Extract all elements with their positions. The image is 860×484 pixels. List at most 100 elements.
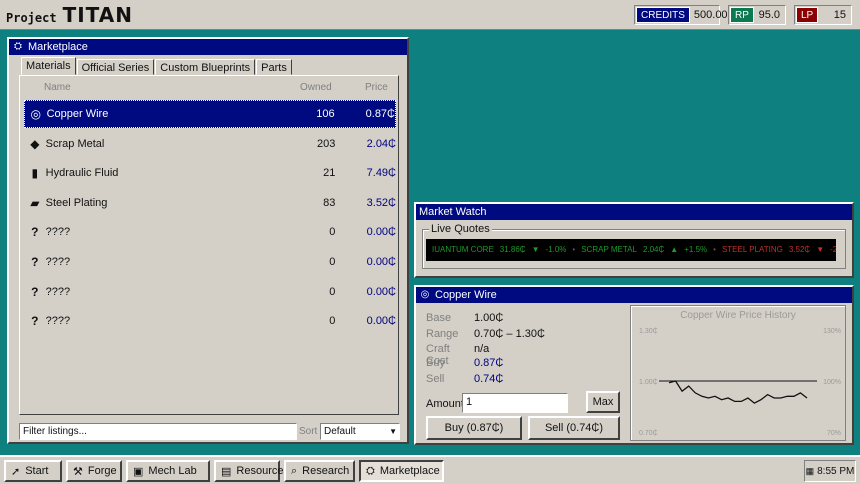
ticker-item: 3.52₵ <box>788 245 811 254</box>
ticker-item: ▼ <box>816 245 825 254</box>
column-owned: Owned <box>300 82 332 93</box>
list-item[interactable]: ????? 0 0.00₵ <box>24 278 396 306</box>
market-watch-title: Market Watch <box>419 206 487 218</box>
item-name: Scrap Metal <box>45 137 105 150</box>
list-item[interactable]: ????? 0 0.00₵ <box>24 248 396 276</box>
item-name: ???? <box>45 315 71 328</box>
ticker-item: 2.04₵ <box>642 245 665 254</box>
item-detail-title: Copper Wire <box>435 289 497 301</box>
item-owned: 0 <box>329 315 336 328</box>
item-detail-titlebar[interactable]: ◎ Copper Wire <box>416 287 852 303</box>
item-price: 2.04₵ <box>366 137 396 150</box>
sort-select[interactable]: Default ▼ <box>320 423 400 440</box>
app-prefix: Project <box>6 11 57 25</box>
item-name: Copper Wire <box>46 108 109 120</box>
ticker-item: ▼ <box>531 245 540 254</box>
taskbar-label: Marketplace <box>379 465 440 477</box>
marketplace-tabs: Materials Official Series Custom Bluepri… <box>21 57 293 75</box>
canister-icon: ▮ <box>31 166 39 181</box>
start-icon: ➚ <box>11 465 21 478</box>
ticker-item: IUANTUM CORE <box>432 245 494 254</box>
ticker-item: • <box>572 245 576 254</box>
app-brand: Project TITAN <box>6 3 133 27</box>
taskbar: ▦ 8:55 PM ➚ Start ⚒ Forge ▣ Mech Lab ▤ Resource… <box>0 455 860 484</box>
ticker-item: +1.5% <box>684 245 708 254</box>
buy-button[interactable]: Buy (0.87₵) <box>426 416 522 440</box>
taskbar-label: Research <box>302 465 350 477</box>
y-left-tick: 1.30₵ <box>639 327 658 335</box>
field-value: 1.00₵ <box>474 312 504 324</box>
item-name: ???? <box>45 285 71 298</box>
detail-field: Base 1.00₵ <box>426 312 503 324</box>
tab-parts[interactable]: Parts <box>256 59 292 75</box>
list-item[interactable]: ◆ Scrap Metal 203 2.04₵ <box>24 130 396 158</box>
sell-button[interactable]: Sell (0.74₵) <box>528 416 620 440</box>
sort-label: Sort <box>299 426 318 437</box>
y-left-tick: 0.70₵ <box>639 429 658 437</box>
chevron-down-icon: ▼ <box>389 427 397 436</box>
unknown-icon: ? <box>31 225 39 240</box>
field-key: Range <box>426 328 459 340</box>
item-owned: 21 <box>323 167 336 180</box>
coil-icon: ◎ <box>30 107 42 121</box>
taskbar-mech-lab-button[interactable]: ▣ Mech Lab <box>126 460 210 482</box>
list-item[interactable]: ▮ Hydraulic Fluid 21 7.49₵ <box>24 159 396 187</box>
credits-label: CREDITS <box>636 7 690 23</box>
market-watch-window: Market Watch Live Quotes IUANTUM CORE 31.… <box>414 202 854 278</box>
ticker-item: -1.0% <box>545 245 567 254</box>
field-value: 0.74₵ <box>474 373 504 385</box>
tab-official-series[interactable]: Official Series <box>76 59 155 75</box>
taskbar-label: Start <box>25 465 49 477</box>
mechlab-icon: ▣ <box>133 465 144 478</box>
item-price: 0.00₵ <box>366 226 396 239</box>
scrap-icon: ◆ <box>30 136 40 151</box>
amount-input[interactable]: 1 <box>462 393 568 413</box>
taskbar-research-button[interactable]: ⌕ Research <box>284 460 355 482</box>
rp-label: RP <box>730 7 754 23</box>
taskbar-start-button[interactable]: ➚ Start <box>4 460 62 482</box>
field-value: 0.87₵ <box>474 357 504 369</box>
item-owned: 0 <box>329 256 336 268</box>
taskbar-resources-button[interactable]: ▤ Resources <box>214 460 289 482</box>
ticker-item: SCRAP METAL <box>581 245 637 254</box>
list-item[interactable]: ????? 0 0.00₵ <box>24 218 396 246</box>
resources-icon: ▤ <box>221 465 232 478</box>
item-name: Hydraulic Fluid <box>45 167 119 180</box>
field-key: Base <box>426 312 452 324</box>
tab-custom-blueprints[interactable]: Custom Blueprints <box>155 59 256 75</box>
ticker-item: • <box>713 245 716 254</box>
item-price: 7.49₵ <box>366 167 396 180</box>
marketplace-icon: ⛭ <box>366 464 375 477</box>
filter-input[interactable]: Filter listings... <box>19 423 297 440</box>
taskbar-label: Mech Lab <box>148 465 197 477</box>
list-item[interactable]: ????? 0 0.00₵ <box>24 307 396 335</box>
list-item[interactable]: ▰ Steel Plating 83 3.52₵ <box>24 189 396 217</box>
price-history-chart: Copper Wire Price History 1.30₵ 1.00₵ 0.70₵… <box>630 305 846 441</box>
market-watch-titlebar[interactable]: Market Watch <box>416 204 852 220</box>
list-item[interactable]: ◎ Copper Wire 106 0.87₵ <box>24 100 396 128</box>
marketplace-titlebar[interactable]: ⛭ Marketplace <box>9 39 407 55</box>
tab-materials[interactable]: Materials <box>21 57 76 75</box>
taskbar-forge-button[interactable]: ⚒ Forge <box>66 460 122 482</box>
field-value: 0.70₵ – 1.30₵ <box>474 328 545 340</box>
field-key: Sell <box>426 373 445 385</box>
item-name: ???? <box>45 256 71 268</box>
price-history-svg: Copper Wire Price History 1.30₵ 1.00₵ 0.70₵… <box>639 310 841 437</box>
taskbar-marketplace-button[interactable]: ⛭ Marketplace <box>359 460 444 482</box>
research-icon: ⌕ <box>291 464 298 477</box>
lp-value: 15 <box>833 9 846 21</box>
item-owned: 0 <box>329 285 336 298</box>
chart-title: Copper Wire Price History <box>680 310 796 321</box>
y-right-tick: 130% <box>823 328 841 335</box>
detail-field: Range 0.70₵ – 1.30₵ <box>426 328 545 340</box>
y-right-tick: 100% <box>823 379 841 386</box>
ticker-item: ▲ <box>670 245 679 254</box>
rp-value: 95.0 <box>758 9 780 21</box>
item-owned: 203 <box>316 137 336 150</box>
taskbar-label: Forge <box>87 465 117 477</box>
item-name: ???? <box>45 226 71 239</box>
tray-icon: ▦ <box>805 465 815 476</box>
field-key: Buy <box>426 357 445 369</box>
max-button[interactable]: Max <box>586 391 620 413</box>
item-name: Steel Plating <box>45 196 108 209</box>
